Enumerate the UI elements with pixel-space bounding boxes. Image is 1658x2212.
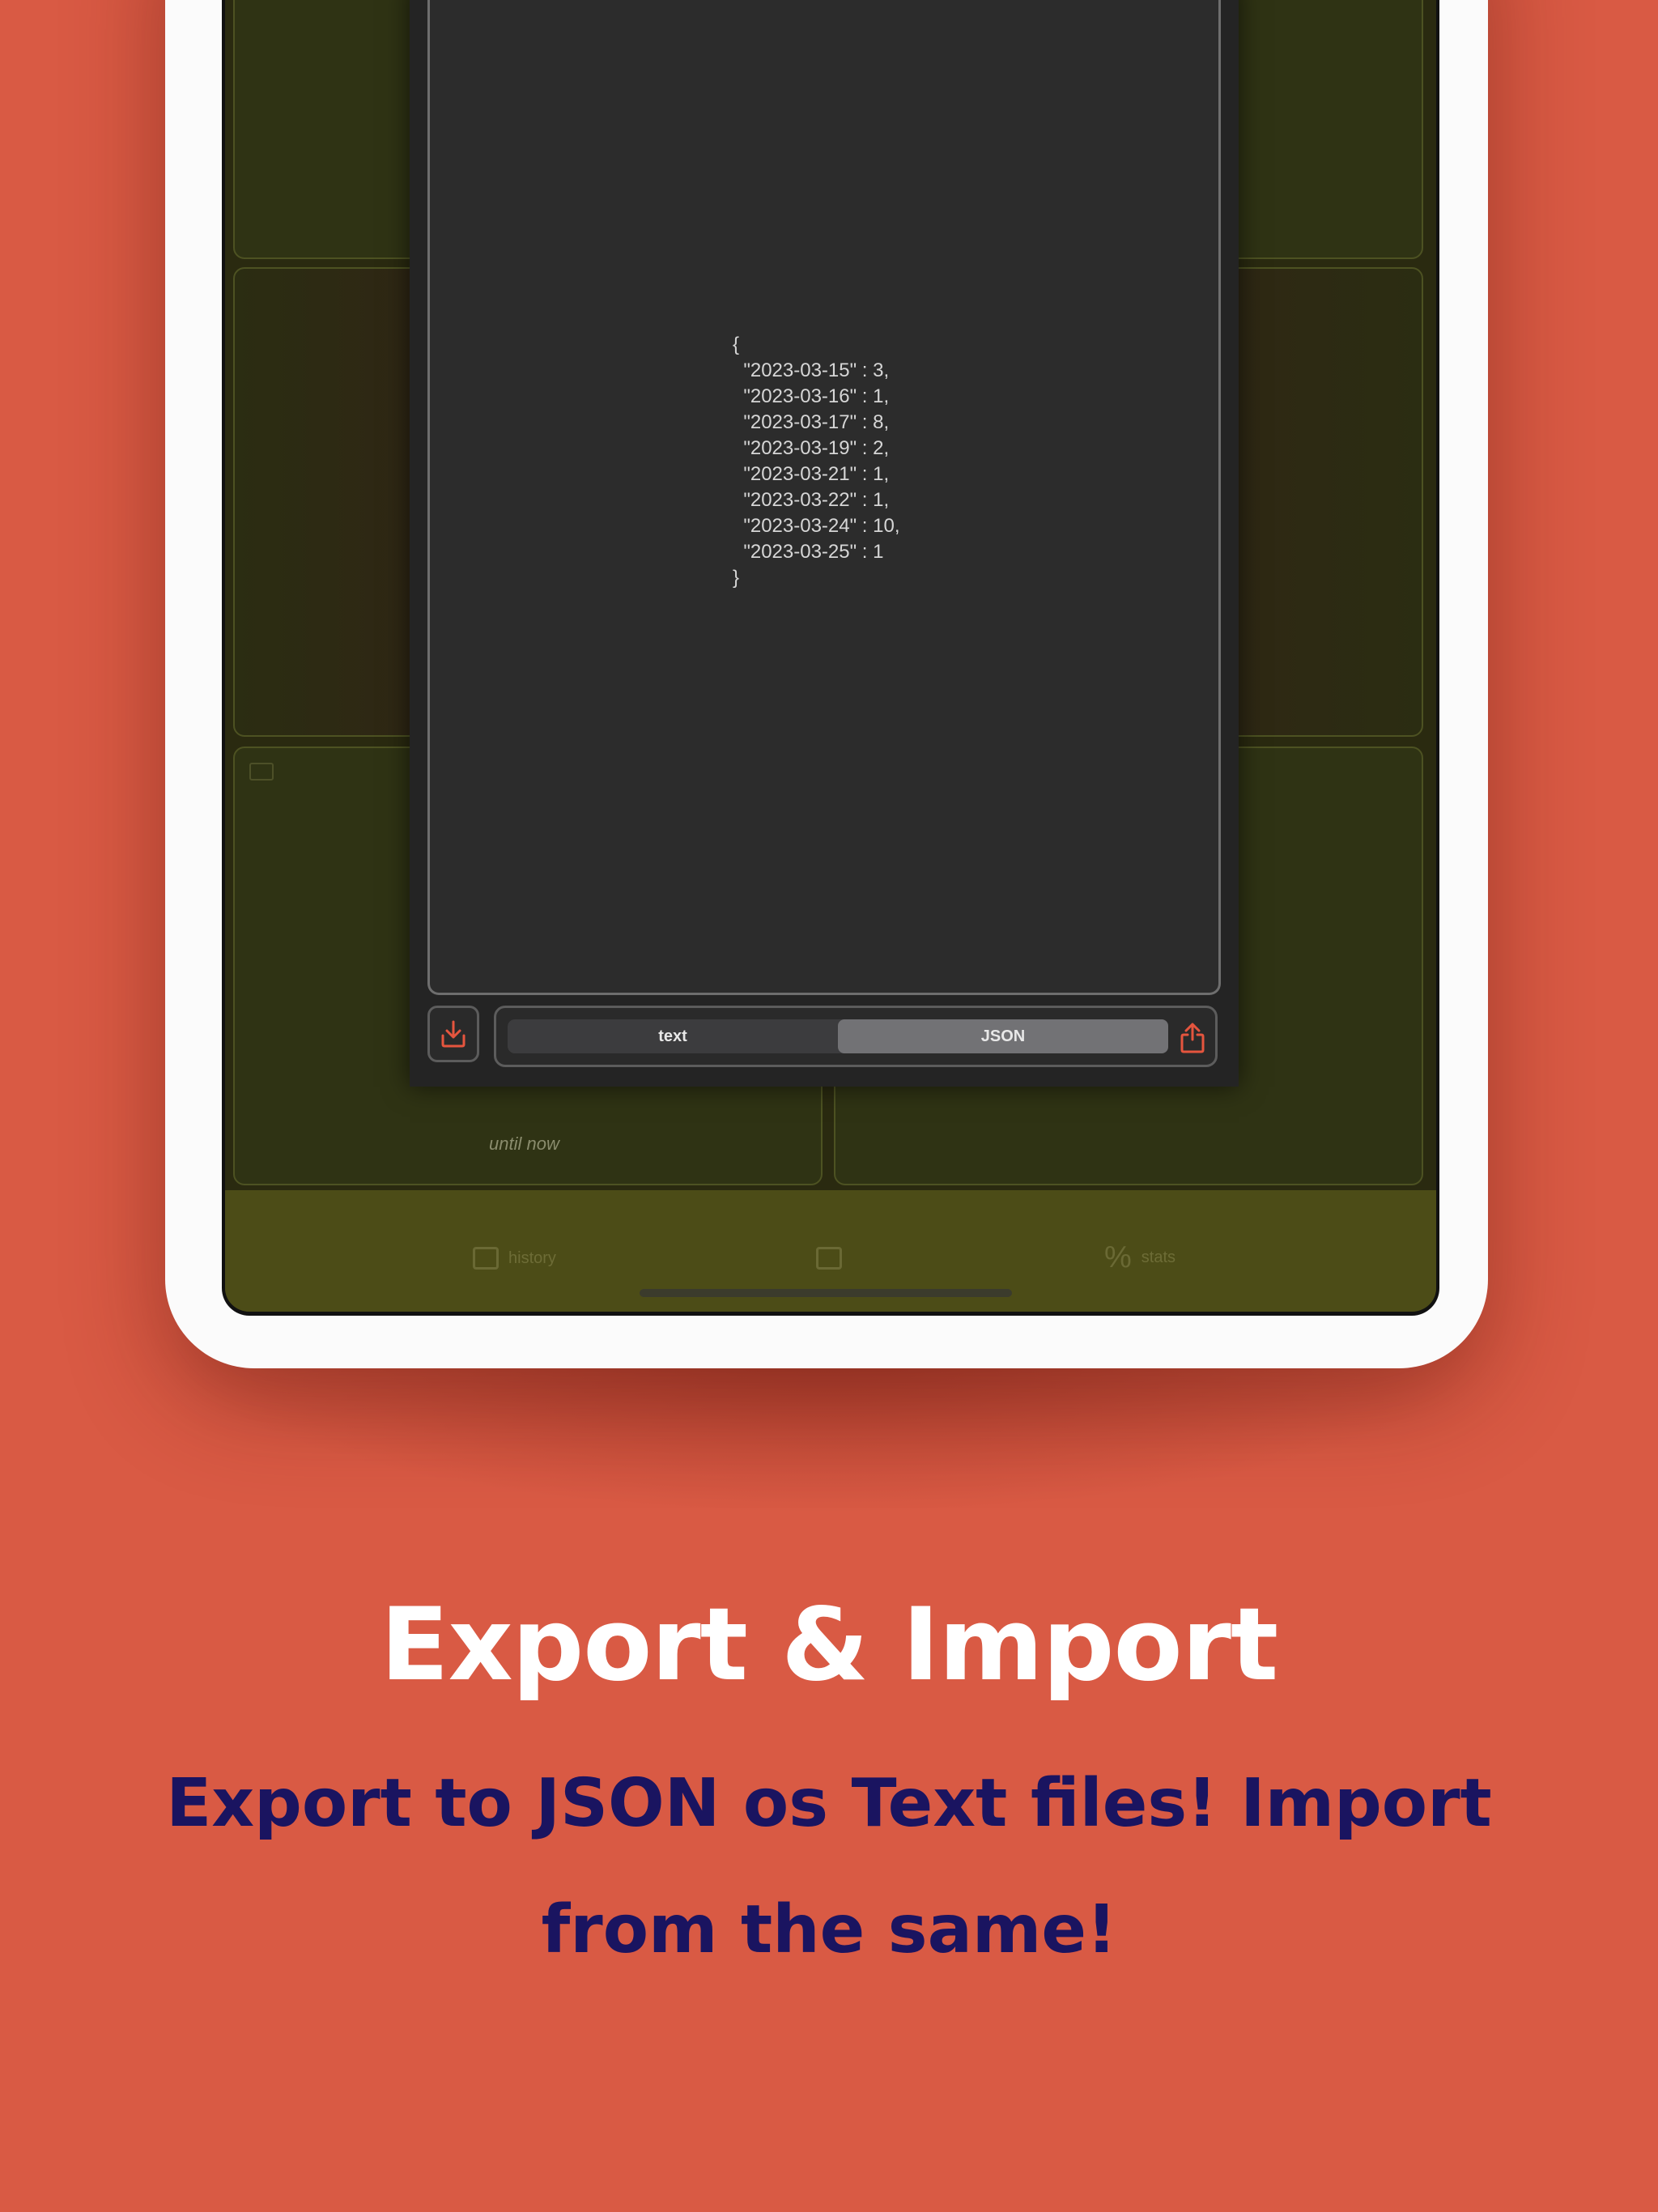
share-icon[interactable] (1179, 1022, 1206, 1054)
calendar-icon (473, 1247, 499, 1270)
json-line: "2023-03-22" : 1, (733, 489, 890, 511)
export-modal: { "2023-03-15" : 3, "2023-03-16" : 1, "2… (410, 0, 1239, 1087)
import-tray-icon (441, 1020, 466, 1048)
import-button[interactable] (427, 1006, 479, 1062)
json-line: "2023-03-24" : 10, (733, 515, 900, 537)
json-line: "2023-03-17" : 8, (733, 411, 890, 433)
format-segmented-control[interactable]: text JSON (508, 1019, 1168, 1053)
json-line: "2023-03-15" : 3, (733, 359, 890, 381)
json-line: "2023-03-19" : 2, (733, 437, 890, 459)
format-selector-container: text JSON (494, 1006, 1218, 1067)
json-line: } (733, 567, 740, 589)
json-line: "2023-03-21" : 1, (733, 463, 890, 485)
json-line: { (733, 334, 740, 355)
segment-json[interactable]: JSON (838, 1019, 1168, 1053)
tab-history[interactable]: history (473, 1247, 556, 1270)
folder-icon (249, 763, 274, 781)
tab-center[interactable] (816, 1247, 842, 1270)
json-line: "2023-03-16" : 1, (733, 385, 890, 407)
tab-stats-label: stats (1141, 1249, 1176, 1266)
grid-icon (816, 1247, 842, 1270)
percent-icon: % (1104, 1240, 1132, 1274)
tab-history-label: history (508, 1249, 556, 1267)
segment-text[interactable]: text (508, 1019, 838, 1053)
tab-stats[interactable]: % stats (1104, 1240, 1175, 1275)
marketing-subline: Export to JSON os Text files! Import fro… (166, 1765, 1492, 1968)
json-line: "2023-03-25" : 1 (733, 541, 884, 563)
export-text-view[interactable]: { "2023-03-15" : 3, "2023-03-16" : 1, "2… (427, 0, 1221, 995)
marketing-headline: Export & Import (380, 1587, 1278, 1704)
home-indicator (640, 1289, 1012, 1297)
json-content: { "2023-03-15" : 3, "2023-03-16" : 1, "2… (733, 332, 900, 591)
until-now-label: until now (489, 1134, 559, 1154)
